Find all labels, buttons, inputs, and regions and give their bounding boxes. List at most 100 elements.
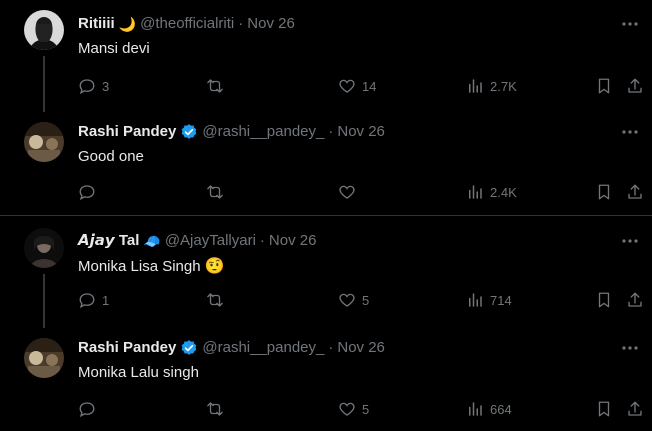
display-name[interactable]: 𝘼𝙟𝙖𝙮 Tal <box>78 231 139 251</box>
tweet-rashi-pandey-1[interactable]: Rashi Pandey @rashi__pandey_ · Nov 26 Go… <box>0 108 652 216</box>
bookmark-button[interactable] <box>595 76 613 96</box>
tweet-date[interactable]: Nov 26 <box>337 338 385 358</box>
tweet-rashi-pandey-2[interactable]: Rashi Pandey @rashi__pandey_ · Nov 26 Mo… <box>0 324 652 431</box>
view-count: 664 <box>490 401 512 417</box>
display-name[interactable]: Ritiiii <box>78 14 115 34</box>
more-options-icon[interactable] <box>620 338 640 358</box>
retweet-icon <box>207 402 223 416</box>
raised-eyebrow-emoji: 🤨 <box>204 258 225 275</box>
retweet-icon <box>207 185 223 199</box>
tweet-text: Mansi devi <box>78 40 150 57</box>
avatar[interactable] <box>24 10 64 50</box>
share-button[interactable] <box>626 76 644 96</box>
tweet-date[interactable]: Nov 26 <box>247 14 295 34</box>
reply-button[interactable]: 3 <box>78 76 109 96</box>
bookmark-button[interactable] <box>595 182 613 202</box>
views-button[interactable]: 2.7K <box>466 76 517 96</box>
moon-emoji: 🌙 <box>118 16 137 32</box>
separator-dot: · <box>259 232 265 249</box>
bookmark-icon <box>598 78 610 94</box>
tweet-header: Rashi Pandey @rashi__pandey_ · Nov 26 <box>78 338 385 358</box>
tweet-header: Rashi Pandey @rashi__pandey_ · Nov 26 <box>78 122 385 142</box>
share-button[interactable] <box>626 290 644 310</box>
retweet-button[interactable] <box>206 182 230 202</box>
reply-icon <box>79 293 95 309</box>
share-icon <box>628 292 642 307</box>
tweet-header: Ritiiii 🌙 @theofficialriti · Nov 26 <box>78 14 295 34</box>
retweet-button[interactable] <box>206 399 230 419</box>
avatar[interactable] <box>24 122 64 162</box>
like-button[interactable]: 5 <box>338 290 369 310</box>
action-bar: 5 664 <box>0 399 652 419</box>
tweet-text: Monika Lalu singh <box>78 364 199 381</box>
retweet-icon <box>207 293 223 307</box>
tweet-ritiiii[interactable]: Ritiiii 🌙 @theofficialriti · Nov 26 Mans… <box>0 0 652 112</box>
like-count: 5 <box>362 401 370 417</box>
display-name[interactable]: Rashi Pandey <box>78 122 176 142</box>
separator-dot: · <box>328 339 334 356</box>
verified-badge-icon <box>180 123 198 141</box>
views-button[interactable]: 2.4K <box>466 182 517 202</box>
user-handle[interactable]: @theofficialriti <box>140 14 234 34</box>
tweet-date[interactable]: Nov 26 <box>269 231 317 251</box>
separator-dot: · <box>238 15 244 32</box>
separator-dot: · <box>328 123 334 140</box>
share-button[interactable] <box>626 399 644 419</box>
display-name[interactable]: Rashi Pandey <box>78 338 176 358</box>
retweet-icon <box>207 79 223 93</box>
more-options-icon[interactable] <box>620 14 640 34</box>
share-icon <box>628 184 642 199</box>
reply-button[interactable] <box>78 182 102 202</box>
views-button[interactable]: 664 <box>466 399 512 419</box>
share-button[interactable] <box>626 182 644 202</box>
tweet-date[interactable]: Nov 26 <box>337 122 385 142</box>
tweet-text-content: Monika Lisa Singh <box>78 258 201 275</box>
verified-badge-icon <box>180 339 198 357</box>
like-button[interactable]: 14 <box>338 76 376 96</box>
user-handle[interactable]: @rashi__pandey_ <box>202 338 324 358</box>
bookmark-button[interactable] <box>595 290 613 310</box>
reply-button[interactable]: 1 <box>78 290 109 310</box>
views-icon <box>469 185 482 199</box>
bookmark-icon <box>598 292 610 308</box>
heart-icon <box>339 79 355 93</box>
reply-feed: Ritiiii 🌙 @theofficialriti · Nov 26 Mans… <box>0 0 652 431</box>
reply-icon <box>79 185 95 201</box>
more-options-icon[interactable] <box>620 122 640 142</box>
retweet-button[interactable] <box>206 76 230 96</box>
views-icon <box>469 79 482 93</box>
tweet-header: 𝘼𝙟𝙖𝙮 Tal 🧢 @AjayTallyari · Nov 26 <box>78 231 316 251</box>
more-options-icon[interactable] <box>620 231 640 251</box>
reply-icon <box>79 402 95 418</box>
heart-icon <box>339 185 355 199</box>
view-count: 2.7K <box>490 78 517 94</box>
user-handle[interactable]: @AjayTallyari <box>165 231 256 251</box>
heart-icon <box>339 402 355 416</box>
bookmark-icon <box>598 184 610 200</box>
avatar[interactable] <box>24 228 64 268</box>
tweet-ajay-tal[interactable]: 𝘼𝙟𝙖𝙮 Tal 🧢 @AjayTallyari · Nov 26 Monika… <box>0 216 652 328</box>
views-button[interactable]: 714 <box>466 290 512 310</box>
like-button[interactable] <box>338 182 362 202</box>
reply-count: 3 <box>102 78 110 94</box>
cap-emoji: 🧢 <box>143 233 161 249</box>
tweet-text: Monika Lisa Singh 🤨 <box>78 257 225 277</box>
avatar[interactable] <box>24 338 64 378</box>
like-button[interactable]: 5 <box>338 399 369 419</box>
views-icon <box>469 402 482 416</box>
action-bar: 2.4K <box>0 182 652 202</box>
view-count: 714 <box>490 292 512 308</box>
action-bar: 3 14 2.7K <box>0 76 652 96</box>
heart-icon <box>339 293 355 307</box>
bookmark-button[interactable] <box>595 399 613 419</box>
like-count: 5 <box>362 292 370 308</box>
share-icon <box>628 401 642 416</box>
retweet-button[interactable] <box>206 290 230 310</box>
tweet-text: Good one <box>78 148 144 165</box>
reply-icon <box>79 79 95 95</box>
user-handle[interactable]: @rashi__pandey_ <box>202 122 324 142</box>
reply-button[interactable] <box>78 399 102 419</box>
share-icon <box>628 78 642 93</box>
view-count: 2.4K <box>490 184 517 200</box>
views-icon <box>469 293 482 307</box>
